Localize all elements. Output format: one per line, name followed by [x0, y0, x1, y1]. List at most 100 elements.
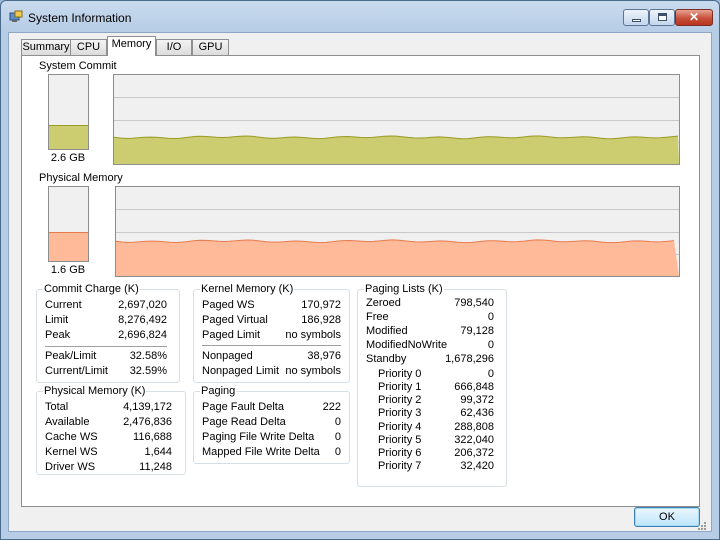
row-label: Priority 0: [378, 368, 422, 380]
row-label: Priority 6: [378, 447, 422, 459]
row-value: 38,976: [307, 350, 341, 362]
page-read-delta-row: Page Read Delta 0: [202, 415, 341, 429]
row-value: 2,697,020: [118, 299, 167, 311]
row-label: Current/Limit: [45, 365, 108, 377]
row-label: Kernel WS: [45, 446, 98, 458]
row-value: 79,128: [460, 325, 494, 337]
maximize-button[interactable]: [649, 9, 675, 26]
dialog-client: Summary CPU Memory I/O GPU System Commit…: [8, 32, 712, 532]
row-label: Priority 7: [378, 460, 422, 472]
row-value: 2,476,836: [123, 416, 172, 428]
row-label: Peak: [45, 329, 71, 341]
row-label: Zeroed: [366, 297, 401, 309]
paged-ws-row: Paged WS 170,972: [202, 298, 341, 312]
row-label: Available: [45, 416, 90, 428]
paging-lists-title: Paging Lists (K): [364, 283, 444, 295]
row-value: 32,420: [460, 460, 494, 472]
row-label: Paged WS: [202, 299, 255, 311]
priority-4-row: Priority 4 288,808: [378, 420, 494, 434]
phys-available-row: Available 2,476,836: [45, 415, 172, 429]
paging-lists-group: Paging Lists (K) Zeroed 798,540 Free 0 Mod…: [357, 283, 507, 487]
ok-button[interactable]: OK: [634, 507, 700, 527]
standby-row: Standby 1,678,296: [366, 352, 494, 366]
row-label: Priority 2: [378, 394, 422, 406]
row-value: 322,040: [454, 434, 494, 446]
mapped-file-write-delta-row: Mapped File Write Delta 0: [202, 445, 341, 459]
physical-memory-gauge-value: 1.6 GB: [50, 264, 86, 276]
physical-memory-label: Physical Memory: [39, 172, 123, 184]
physical-memory-history-plot: [116, 209, 679, 276]
window-title: System Information: [28, 11, 132, 25]
tab-summary[interactable]: Summary: [21, 39, 71, 55]
row-value: 32.59%: [129, 365, 167, 377]
system-commit-gauge-fill: [49, 125, 88, 149]
row-label: Nonpaged: [202, 350, 253, 362]
tab-memory[interactable]: Memory: [107, 36, 156, 56]
system-commit-label: System Commit: [39, 60, 117, 72]
row-value: 116,688: [133, 431, 172, 443]
memory-tab-panel: System Commit 2.6 GB Physical Memory 1.6…: [21, 55, 700, 507]
row-label: Limit: [45, 314, 69, 326]
row-label: Page Fault Delta: [202, 401, 284, 413]
row-value: 1,644: [144, 446, 172, 458]
system-information-window: System Information ✕ Summary CPU Memory …: [0, 0, 720, 540]
title-bar[interactable]: System Information ✕: [1, 1, 719, 33]
tab-gpu[interactable]: GPU: [192, 39, 229, 55]
system-commit-history-plot: [114, 97, 679, 164]
paged-virtual-row: Paged Virtual 186,928: [202, 313, 341, 327]
commit-limit-row: Limit 8,276,492: [45, 313, 167, 327]
paging-group: Paging Page Fault Delta 222 Page Read Del…: [193, 385, 350, 464]
row-label: Nonpaged Limit: [202, 365, 280, 377]
maximize-icon: [658, 13, 667, 21]
resize-grip-icon[interactable]: [697, 521, 707, 531]
row-label: Standby: [366, 353, 407, 365]
physical-memory-gauge-fill: [49, 231, 88, 261]
phys-total-row: Total 4,139,172: [45, 400, 172, 414]
minimize-icon: [632, 19, 641, 22]
row-label: Cache WS: [45, 431, 98, 443]
row-value: 288,808: [454, 421, 494, 433]
row-value: 0: [334, 416, 341, 428]
system-info-app-icon: [9, 10, 23, 22]
priority-7-row: Priority 7 32,420: [378, 459, 494, 473]
commit-separator: [45, 346, 167, 347]
phys-driver-ws-row: Driver WS 11,248: [45, 460, 172, 474]
priority-5-row: Priority 5 322,040: [378, 433, 494, 447]
physical-memory-group: Physical Memory (K) Total 4,139,172 Avail…: [36, 385, 186, 475]
row-value: 0: [334, 431, 341, 443]
row-label: Total: [45, 401, 69, 413]
row-value: 206,372: [454, 447, 494, 459]
row-label: Peak/Limit: [45, 350, 97, 362]
row-value: 798,540: [454, 297, 494, 309]
phys-cache-ws-row: Cache WS 116,688: [45, 430, 172, 444]
tab-cpu[interactable]: CPU: [70, 39, 107, 55]
row-label: Priority 1: [378, 381, 422, 393]
row-label: Free: [366, 311, 389, 323]
row-label: Paging File Write Delta: [202, 431, 315, 443]
priority-0-row: Priority 0 0: [378, 367, 494, 381]
paged-limit-row: Paged Limit no symbols: [202, 328, 341, 342]
row-label: Priority 3: [378, 407, 422, 419]
row-value: 186,928: [301, 314, 341, 326]
close-icon: ✕: [688, 10, 700, 24]
close-button[interactable]: ✕: [675, 9, 713, 26]
commit-charge-title: Commit Charge (K): [43, 283, 140, 295]
row-label: Priority 4: [378, 421, 422, 433]
minimize-button[interactable]: [623, 9, 649, 26]
system-commit-gauge-value: 2.6 GB: [50, 152, 86, 164]
row-label: Current: [45, 299, 82, 311]
row-value: 666,848: [454, 381, 494, 393]
kernel-memory-group: Kernel Memory (K) Paged WS 170,972 Paged …: [193, 283, 350, 383]
commit-peak-limit-row: Peak/Limit 32.58%: [45, 349, 167, 363]
page-fault-delta-row: Page Fault Delta 222: [202, 400, 341, 414]
tab-io[interactable]: I/O: [156, 39, 192, 55]
modified-row: Modified 79,128: [366, 324, 494, 338]
row-value: 99,372: [460, 394, 494, 406]
graph-area: [114, 136, 679, 164]
row-label: Paged Limit: [202, 329, 261, 341]
row-value: 11,248: [139, 461, 172, 473]
nonpaged-row: Nonpaged 38,976: [202, 349, 341, 363]
priority-1-row: Priority 1 666,848: [378, 380, 494, 394]
physical-memory-gauge: [48, 186, 89, 262]
modified-no-write-row: ModifiedNoWrite 0: [366, 338, 494, 352]
